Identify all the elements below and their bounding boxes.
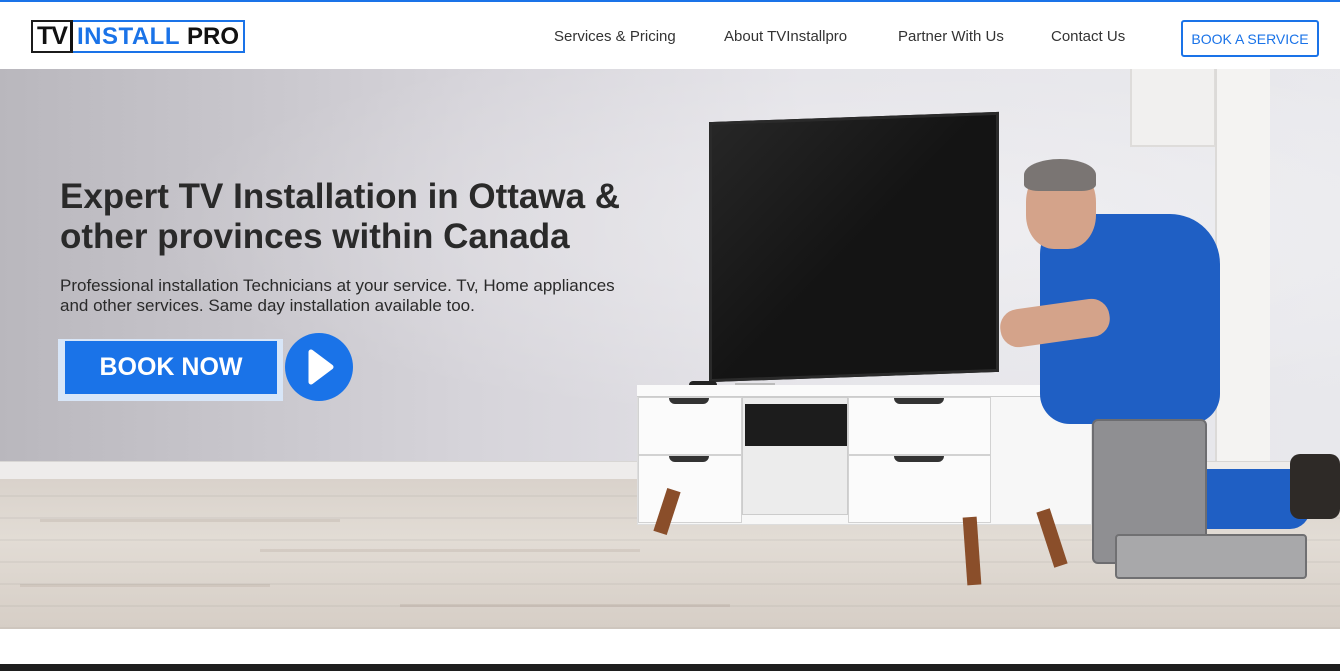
cabinet-drawer [848,397,991,455]
site-header: TV INSTALL PRO Services & Pricing About … [0,2,1340,69]
logo-tv-text: TV [33,22,73,51]
play-icon [308,349,334,385]
hero-door-frame [1215,69,1270,464]
section-spacer [0,629,1340,664]
nav-services-pricing[interactable]: Services & Pricing [554,28,676,45]
dark-footer-strip [0,664,1340,671]
hero-title: Expert TV Installation in Ottawa & other… [60,177,621,256]
tv-illustration [709,111,999,383]
hero-wall-panel [1130,69,1216,147]
technician-hair [1024,159,1096,191]
logo-wordmark: INSTALL PRO [72,20,246,53]
play-video-button[interactable] [285,333,353,401]
tv-cabinet-top [637,385,1092,397]
site-logo[interactable]: TV INSTALL PRO [31,20,246,53]
nav-about[interactable]: About TVInstallpro [724,28,847,45]
dvd-player-illustration [745,404,847,446]
book-now-button[interactable]: BOOK NOW [65,341,277,394]
logo-pro-text: PRO [187,23,240,50]
cabinet-drawer [638,455,742,523]
hero-section: Expert TV Installation in Ottawa & other… [0,69,1340,629]
cabinet-drawer [638,397,742,455]
hero-subtitle: Professional installation Technicians at… [60,276,615,315]
book-a-service-button[interactable]: BOOK A SERVICE [1181,20,1319,57]
nav-contact[interactable]: Contact Us [1051,28,1125,45]
technician-boot [1290,454,1340,519]
logo-install-text: INSTALL [76,23,180,50]
cabinet-drawer [848,455,991,523]
tools-tray-illustration [1115,534,1307,579]
nav-partner[interactable]: Partner With Us [898,28,1004,45]
